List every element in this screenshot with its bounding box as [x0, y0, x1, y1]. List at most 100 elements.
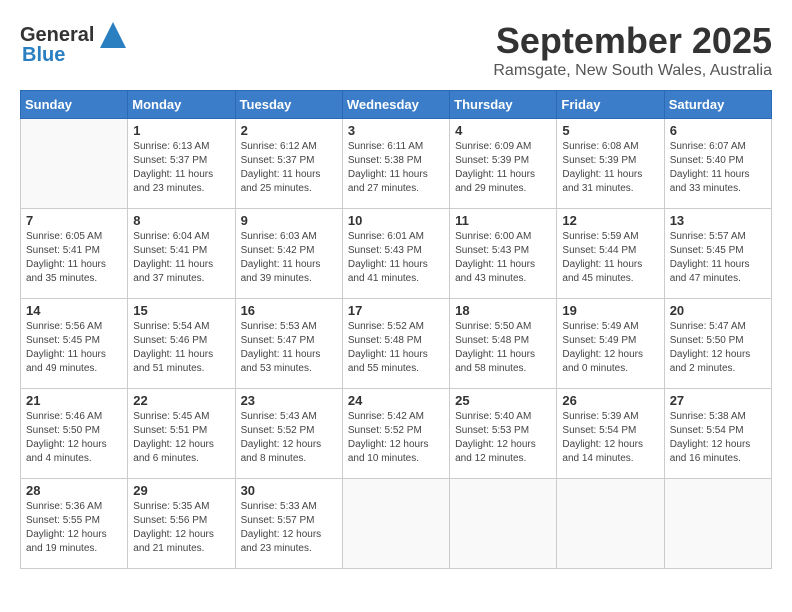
day-number: 25 [455, 393, 551, 408]
day-number: 22 [133, 393, 229, 408]
day-info: Sunrise: 6:00 AMSunset: 5:43 PMDaylight:… [455, 230, 551, 286]
day-info: Sunrise: 5:35 AMSunset: 5:56 PMDaylight:… [133, 500, 229, 556]
weekday-header-saturday: Saturday [664, 91, 771, 119]
day-number: 7 [26, 213, 122, 228]
day-info: Sunrise: 5:36 AMSunset: 5:55 PMDaylight:… [26, 500, 122, 556]
day-info: Sunrise: 5:56 AMSunset: 5:45 PMDaylight:… [26, 320, 122, 376]
day-number: 10 [348, 213, 444, 228]
calendar-cell: 30 Sunrise: 5:33 AMSunset: 5:57 PMDayligh… [235, 479, 342, 569]
calendar-cell: 10 Sunrise: 6:01 AMSunset: 5:43 PMDayligh… [342, 209, 449, 299]
calendar-cell: 26Sunrise: 5:39 AMSunset: 5:54 PMDayligh… [557, 389, 664, 479]
day-info: Sunrise: 6:08 AMSunset: 5:39 PMDaylight:… [562, 140, 658, 196]
day-number: 21 [26, 393, 122, 408]
day-info: Sunrise: 6:03 AMSunset: 5:42 PMDaylight:… [241, 230, 337, 286]
day-info: Sunrise: 5:33 AMSunset: 5:57 PMDaylight:… [241, 500, 337, 556]
day-info: Sunrise: 5:46 AMSunset: 5:50 PMDaylight:… [26, 410, 122, 466]
day-info: Sunrise: 5:43 AMSunset: 5:52 PMDaylight:… [241, 410, 337, 466]
calendar-cell [664, 479, 771, 569]
day-number: 23 [241, 393, 337, 408]
calendar-cell: 11 Sunrise: 6:00 AMSunset: 5:43 PMDayligh… [450, 209, 557, 299]
day-number: 14 [26, 303, 122, 318]
day-number: 29 [133, 483, 229, 498]
calendar-cell: 5 Sunrise: 6:08 AMSunset: 5:39 PMDaylight… [557, 119, 664, 209]
day-info: Sunrise: 5:47 AMSunset: 5:50 PMDaylight:… [670, 320, 766, 376]
day-info: Sunrise: 5:53 AMSunset: 5:47 PMDaylight:… [241, 320, 337, 376]
calendar-cell: 2Sunrise: 6:12 AMSunset: 5:37 PMDaylight… [235, 119, 342, 209]
page-header: General Blue September 2025 Ramsgate, Ne… [20, 20, 772, 80]
calendar-cell: 25 Sunrise: 5:40 AMSunset: 5:53 PMDayligh… [450, 389, 557, 479]
calendar-header-row: SundayMondayTuesdayWednesdayThursdayFrid… [21, 91, 772, 119]
calendar-cell: 21 Sunrise: 5:46 AMSunset: 5:50 PMDayligh… [21, 389, 128, 479]
calendar-cell [557, 479, 664, 569]
day-info: Sunrise: 5:54 AMSunset: 5:46 PMDaylight:… [133, 320, 229, 376]
day-number: 24 [348, 393, 444, 408]
weekday-header-friday: Friday [557, 91, 664, 119]
day-number: 18 [455, 303, 551, 318]
calendar-cell: 8Sunrise: 6:04 AMSunset: 5:41 PMDaylight… [128, 209, 235, 299]
day-number: 30 [241, 483, 337, 498]
calendar-cell: 6 Sunrise: 6:07 AMSunset: 5:40 PMDaylight… [664, 119, 771, 209]
day-number: 3 [348, 123, 444, 138]
day-info: Sunrise: 5:40 AMSunset: 5:53 PMDaylight:… [455, 410, 551, 466]
calendar-cell [450, 479, 557, 569]
logo-blue: Blue [22, 44, 65, 67]
calendar-cell: 18 Sunrise: 5:50 AMSunset: 5:48 PMDayligh… [450, 299, 557, 389]
day-info: Sunrise: 5:52 AMSunset: 5:48 PMDaylight:… [348, 320, 444, 376]
month-title: September 2025 [493, 20, 772, 62]
day-info: Sunrise: 6:13 AMSunset: 5:37 PMDaylight:… [133, 140, 229, 196]
day-info: Sunrise: 5:50 AMSunset: 5:48 PMDaylight:… [455, 320, 551, 376]
day-info: Sunrise: 5:49 AMSunset: 5:49 PMDaylight:… [562, 320, 658, 376]
day-number: 4 [455, 123, 551, 138]
calendar-cell: 17 Sunrise: 5:52 AMSunset: 5:48 PMDayligh… [342, 299, 449, 389]
calendar-week-1: 1 Sunrise: 6:13 AMSunset: 5:37 PMDaylight… [21, 119, 772, 209]
day-number: 12 [562, 213, 658, 228]
day-info: Sunrise: 6:09 AMSunset: 5:39 PMDaylight:… [455, 140, 551, 196]
calendar-cell: 23 Sunrise: 5:43 AMSunset: 5:52 PMDayligh… [235, 389, 342, 479]
calendar-cell: 24 Sunrise: 5:42 AMSunset: 5:52 PMDayligh… [342, 389, 449, 479]
day-info: Sunrise: 5:38 AMSunset: 5:54 PMDaylight:… [670, 410, 766, 466]
calendar-table: SundayMondayTuesdayWednesdayThursdayFrid… [20, 90, 772, 569]
day-info: Sunrise: 6:01 AMSunset: 5:43 PMDaylight:… [348, 230, 444, 286]
day-number: 6 [670, 123, 766, 138]
calendar-cell: 3 Sunrise: 6:11 AMSunset: 5:38 PMDaylight… [342, 119, 449, 209]
day-number: 13 [670, 213, 766, 228]
calendar-cell: 19 Sunrise: 5:49 AMSunset: 5:49 PMDayligh… [557, 299, 664, 389]
title-section: September 2025 Ramsgate, New South Wales… [493, 20, 772, 80]
calendar-cell: 16 Sunrise: 5:53 AMSunset: 5:47 PMDayligh… [235, 299, 342, 389]
weekday-header-sunday: Sunday [21, 91, 128, 119]
calendar-cell: 28Sunrise: 5:36 AMSunset: 5:55 PMDayligh… [21, 479, 128, 569]
day-number: 16 [241, 303, 337, 318]
day-info: Sunrise: 6:05 AMSunset: 5:41 PMDaylight:… [26, 230, 122, 286]
day-number: 19 [562, 303, 658, 318]
calendar-cell: 27 Sunrise: 5:38 AMSunset: 5:54 PMDayligh… [664, 389, 771, 479]
day-number: 27 [670, 393, 766, 408]
day-info: Sunrise: 6:04 AMSunset: 5:41 PMDaylight:… [133, 230, 229, 286]
weekday-header-wednesday: Wednesday [342, 91, 449, 119]
day-number: 2 [241, 123, 337, 138]
weekday-header-monday: Monday [128, 91, 235, 119]
day-info: Sunrise: 5:57 AMSunset: 5:45 PMDaylight:… [670, 230, 766, 286]
calendar-cell: 7 Sunrise: 6:05 AMSunset: 5:41 PMDaylight… [21, 209, 128, 299]
day-info: Sunrise: 5:39 AMSunset: 5:54 PMDaylight:… [562, 410, 658, 466]
logo-icon [98, 20, 128, 50]
day-info: Sunrise: 6:11 AMSunset: 5:38 PMDaylight:… [348, 140, 444, 196]
day-number: 17 [348, 303, 444, 318]
calendar-cell: 9 Sunrise: 6:03 AMSunset: 5:42 PMDaylight… [235, 209, 342, 299]
day-info: Sunrise: 5:42 AMSunset: 5:52 PMDaylight:… [348, 410, 444, 466]
day-number: 5 [562, 123, 658, 138]
day-number: 1 [133, 123, 229, 138]
day-info: Sunrise: 5:59 AMSunset: 5:44 PMDaylight:… [562, 230, 658, 286]
calendar-week-5: 28Sunrise: 5:36 AMSunset: 5:55 PMDayligh… [21, 479, 772, 569]
day-info: Sunrise: 6:07 AMSunset: 5:40 PMDaylight:… [670, 140, 766, 196]
logo: General Blue [20, 20, 128, 67]
calendar-cell: 22Sunrise: 5:45 AMSunset: 5:51 PMDayligh… [128, 389, 235, 479]
calendar-week-4: 21 Sunrise: 5:46 AMSunset: 5:50 PMDayligh… [21, 389, 772, 479]
calendar-cell: 1 Sunrise: 6:13 AMSunset: 5:37 PMDaylight… [128, 119, 235, 209]
calendar-cell: 4 Sunrise: 6:09 AMSunset: 5:39 PMDaylight… [450, 119, 557, 209]
calendar-cell: 15 Sunrise: 5:54 AMSunset: 5:46 PMDayligh… [128, 299, 235, 389]
day-number: 9 [241, 213, 337, 228]
day-number: 11 [455, 213, 551, 228]
day-number: 15 [133, 303, 229, 318]
calendar-week-3: 14 Sunrise: 5:56 AMSunset: 5:45 PMDayligh… [21, 299, 772, 389]
calendar-cell: 12 Sunrise: 5:59 AMSunset: 5:44 PMDayligh… [557, 209, 664, 299]
